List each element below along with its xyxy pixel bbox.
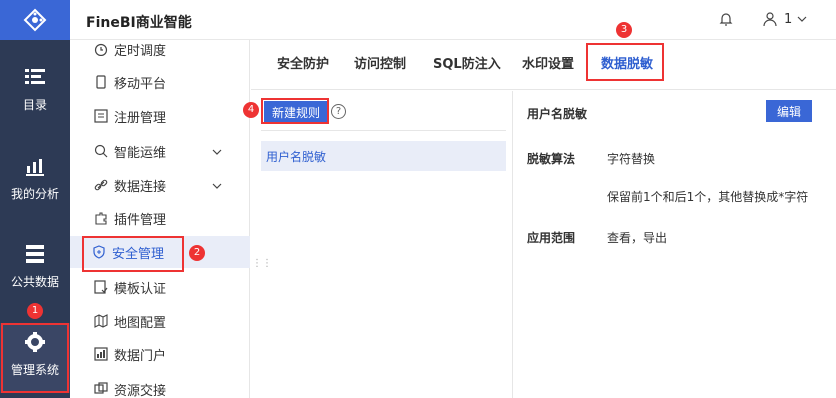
tab-access-control[interactable]: 访问控制 (354, 52, 406, 78)
annotation-badge-3: 3 (616, 22, 632, 38)
clock-icon (94, 42, 108, 56)
rule-title: 用户名脱敏 (527, 107, 588, 121)
user-menu[interactable]: 1 (762, 11, 807, 27)
logo-icon (23, 8, 47, 32)
nav-item-public-data[interactable]: 公共数据 (0, 243, 70, 290)
sidebar-item-label: 智能运维 (114, 145, 167, 161)
rule-list-item[interactable]: 用户名脱敏 (261, 141, 506, 171)
sidebar-item-data-connect[interactable]: 数据连接 (70, 169, 250, 201)
algorithm-label: 脱敏算法 (527, 152, 576, 166)
bell-icon[interactable] (718, 11, 734, 27)
tab-sql-injection[interactable]: SQL防注入 (433, 52, 501, 78)
sidebar-item-template[interactable]: 模板认证 (70, 271, 250, 303)
annotation-badge-4: 4 (243, 102, 259, 118)
admin-sidebar: 定时调度 移动平台 注册管理 智能运维 数据连接 插件管理 安全管理 模板认证 … (70, 40, 250, 398)
analysis-icon (24, 155, 46, 177)
sidebar-item-plugin[interactable]: 插件管理 (70, 202, 250, 234)
sidebar-item-ops[interactable]: 智能运维 (70, 135, 250, 167)
divider (261, 130, 506, 131)
rule-list-panel: 新建规则 ? 用户名脱敏 (251, 91, 513, 398)
sidebar-item-label: 资源交接 (114, 383, 167, 398)
sidebar-item-label: 数据连接 (114, 179, 167, 195)
annotation-badge-2: 2 (189, 245, 205, 261)
register-icon (94, 109, 108, 123)
chevron-down-icon (212, 145, 222, 155)
data-icon (24, 243, 46, 265)
catalog-icon (24, 66, 46, 88)
resource-icon (94, 382, 108, 396)
tab-watermark[interactable]: 水印设置 (522, 52, 574, 78)
nav-item-my-analysis[interactable]: 我的分析 (0, 155, 70, 202)
sidebar-item-label: 地图配置 (114, 315, 167, 331)
app-title: FineBI商业智能 (86, 15, 192, 31)
nav-item-label: 公共数据 (10, 275, 59, 289)
sidebar-item-mobile[interactable]: 移动平台 (70, 66, 250, 98)
sidebar-item-map[interactable]: 地图配置 (70, 305, 250, 337)
user-icon (762, 11, 778, 27)
tab-bar: 安全防护 访问控制 SQL防注入 水印设置 数据脱敏 (251, 40, 836, 90)
sidebar-item-portal[interactable]: 数据门户 (70, 338, 250, 370)
nav-item-label: 目录 (22, 98, 47, 112)
edit-button[interactable]: 编辑 (766, 100, 812, 122)
link-icon (94, 178, 108, 192)
annotation-box-3 (586, 43, 664, 81)
ops-icon (94, 144, 108, 158)
chevron-down-icon (212, 179, 222, 189)
rule-detail-panel: 用户名脱敏 编辑 脱敏算法 字符替换 保留前1个和后1个，其他替换成*字符 应用… (513, 91, 836, 398)
sidebar-item-register[interactable]: 注册管理 (70, 100, 250, 132)
chevron-down-icon (797, 12, 807, 27)
sidebar-item-schedule[interactable]: 定时调度 (70, 33, 250, 65)
sidebar-item-label: 注册管理 (114, 110, 167, 126)
plugin-icon (94, 211, 108, 225)
sidebar-item-label: 模板认证 (114, 281, 167, 297)
sidebar-item-label: 数据门户 (114, 348, 167, 364)
sidebar-item-label: 移动平台 (114, 76, 167, 92)
scope-label: 应用范围 (527, 231, 576, 245)
tab-protection[interactable]: 安全防护 (277, 52, 329, 78)
algorithm-value: 字符替换 (607, 152, 656, 166)
mobile-icon (94, 75, 108, 89)
help-icon[interactable]: ? (331, 104, 346, 119)
portal-icon (94, 347, 108, 361)
annotation-box-1 (1, 323, 69, 393)
annotation-badge-1: 1 (27, 303, 43, 319)
nav-item-label: 我的分析 (10, 187, 59, 201)
nav-item-catalog[interactable]: 目录 (0, 66, 70, 113)
scope-value: 查看，导出 (607, 231, 668, 245)
annotation-box-4 (261, 98, 329, 124)
sidebar-item-resource[interactable]: 资源交接 (70, 373, 250, 398)
annotation-box-2 (82, 236, 184, 272)
user-name: 1 (784, 11, 793, 27)
template-icon (94, 280, 108, 294)
sidebar-item-label: 定时调度 (114, 43, 167, 59)
algorithm-detail: 保留前1个和后1个，其他替换成*字符 (607, 190, 809, 204)
sidebar-item-label: 插件管理 (114, 212, 167, 228)
map-icon (94, 314, 108, 328)
logo[interactable] (0, 0, 70, 40)
